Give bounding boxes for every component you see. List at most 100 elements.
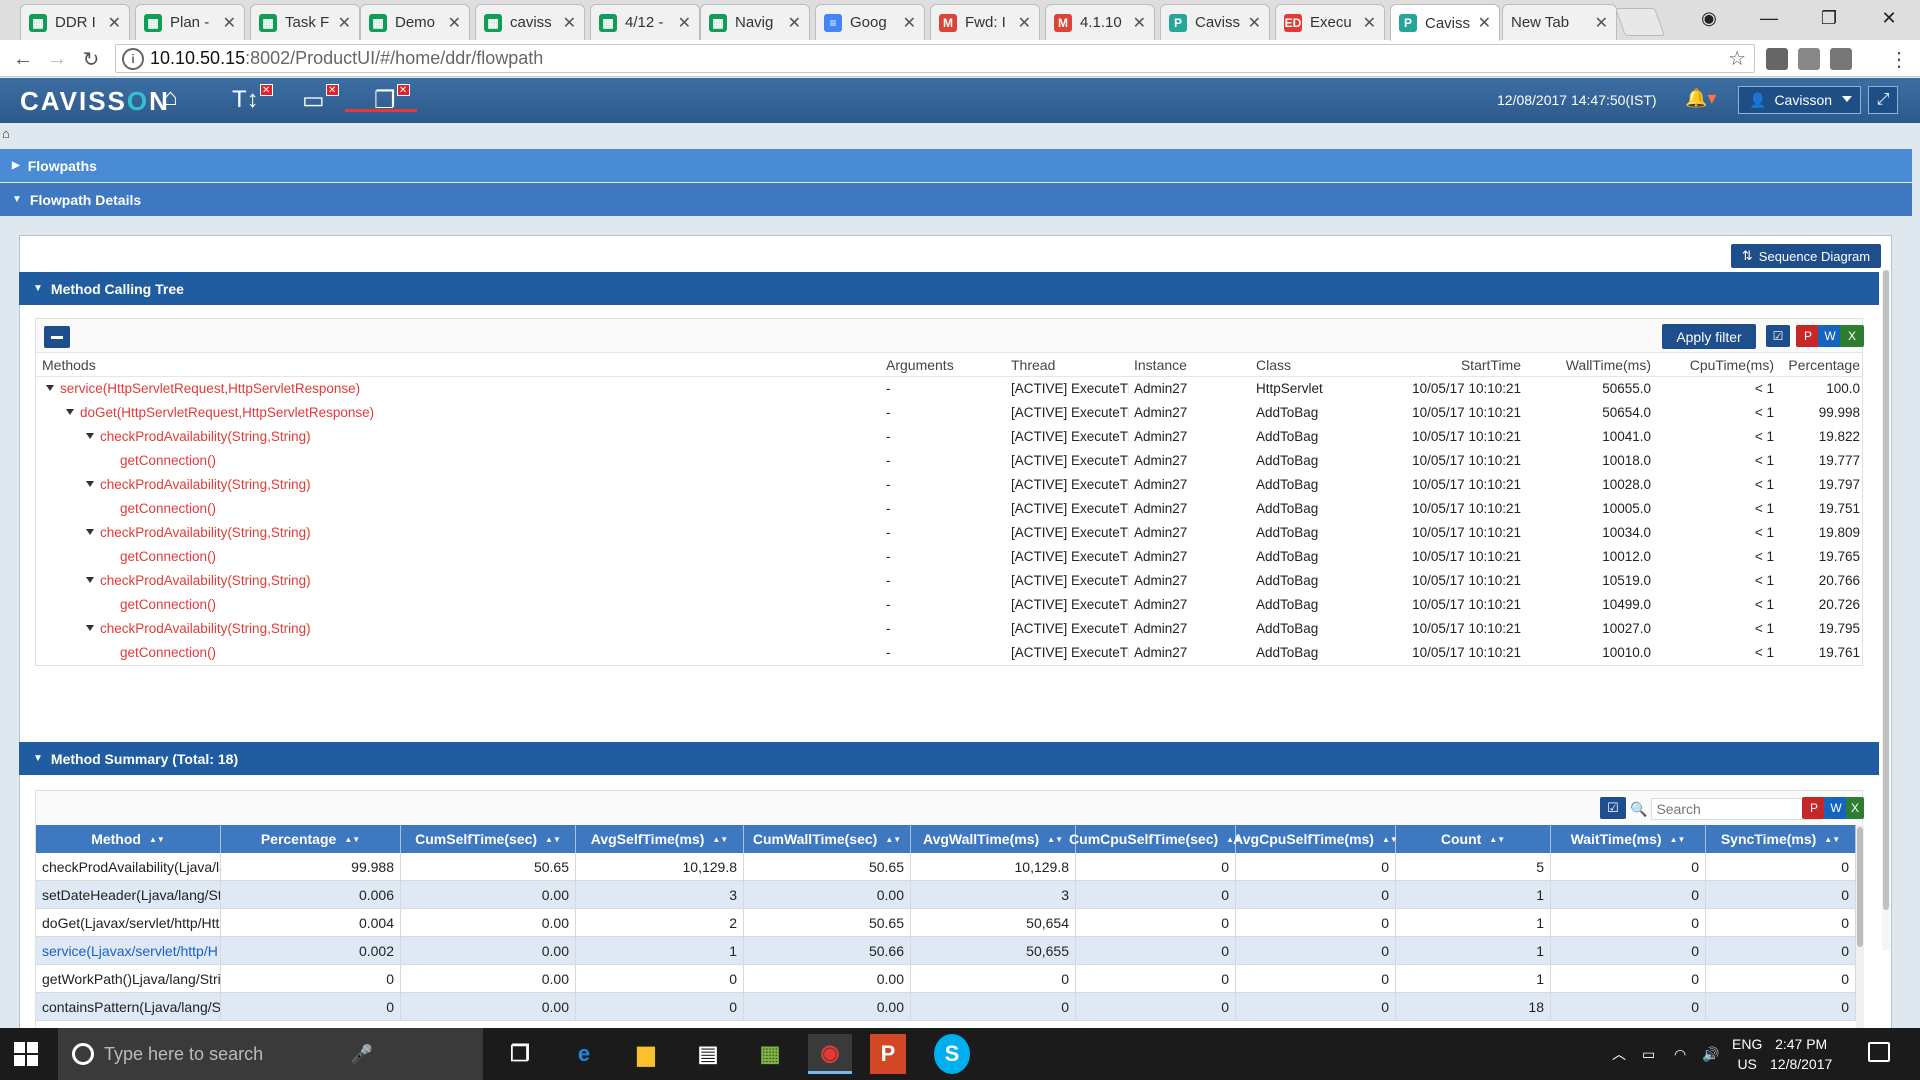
tree-toggle-icon[interactable] <box>86 577 94 583</box>
summary-scrollbar[interactable] <box>1856 825 1864 1045</box>
tree-row[interactable]: getConnection() - [ACTIVE] ExecuteTl Admin2… <box>36 545 1862 569</box>
pdf-export-icon[interactable]: P <box>1802 797 1826 819</box>
tree-row[interactable]: checkProdAvailability(String,String) - [AC… <box>36 521 1862 545</box>
tab-close-icon[interactable]: ✕ <box>1363 13 1376 33</box>
browser-tab[interactable]: ≡ Goog ✕ <box>815 4 925 40</box>
tree-column-header[interactable]: Thread <box>1011 357 1121 373</box>
word-export-icon[interactable]: W <box>1824 797 1848 819</box>
taskbar-clock[interactable]: 2:47 PM 12/8/2017 <box>1770 1034 1832 1074</box>
transaction-icon[interactable]: T↕ ✕ <box>232 84 273 114</box>
alert-bell-icon[interactable]: 🔔▾ <box>1685 88 1716 109</box>
browser-tab[interactable]: ▦ caviss ✕ <box>475 4 585 40</box>
excel-export-icon[interactable]: X <box>1840 325 1864 347</box>
browser-tab[interactable]: M 4.1.10 ✕ <box>1045 4 1155 40</box>
info-icon[interactable]: i <box>122 47 144 70</box>
browser-tab[interactable]: ▦ 4/12 - ✕ <box>590 4 700 40</box>
tree-column-header[interactable]: Methods <box>42 357 222 373</box>
browser-tab[interactable]: ▦ Task F ✕ <box>250 4 360 40</box>
browser-tab[interactable]: P Caviss ✕ <box>1390 4 1500 41</box>
tree-row[interactable]: getConnection() - [ACTIVE] ExecuteTl Admin2… <box>36 641 1862 665</box>
tab-close-icon[interactable]: ✕ <box>678 13 691 33</box>
summary-row[interactable]: setDateHeader(Ljava/lang/St 0.006 0.00 3 0.0… <box>36 881 1856 909</box>
sort-icon[interactable]: ▲▼ <box>1824 835 1840 844</box>
tab-close-icon[interactable]: ✕ <box>338 13 351 33</box>
summary-row[interactable]: doGet(Ljavax/servlet/http/Htt 0.004 0.00 2 5… <box>36 909 1856 937</box>
extension-icon-3[interactable] <box>1830 48 1852 70</box>
tab-close-icon[interactable]: ✕ <box>1133 13 1146 33</box>
close-icon[interactable]: ✕ <box>396 84 410 96</box>
extension-icon-2[interactable] <box>1798 48 1820 70</box>
sort-icon[interactable]: ▲▼ <box>545 835 561 844</box>
summary-column-header[interactable]: Percentage ▲▼ <box>221 825 401 853</box>
powerpoint-icon[interactable]: P <box>870 1034 906 1074</box>
tree-column-header[interactable]: Class <box>1256 357 1366 373</box>
user-menu-button[interactable]: 👤 Cavisson <box>1738 86 1861 114</box>
tab-close-icon[interactable]: ✕ <box>903 13 916 33</box>
monitor-icon[interactable]: ▭ ✕ <box>302 84 339 115</box>
maximize-button[interactable]: ❐ <box>1800 0 1858 36</box>
pdf-export-icon[interactable]: P <box>1796 325 1820 347</box>
sort-icon[interactable]: ▲▼ <box>1047 835 1063 844</box>
address-bar[interactable]: i 10.10.50.15:8002/ProductUI/#/home/ddr/… <box>115 44 1755 73</box>
battery-icon[interactable]: ▭ <box>1642 1028 1655 1080</box>
tree-row[interactable]: checkProdAvailability(String,String) - [AC… <box>36 425 1862 449</box>
tab-close-icon[interactable]: ✕ <box>108 13 121 33</box>
summary-column-header[interactable]: SyncTime(ms) ▲▼ <box>1706 825 1856 853</box>
browser-tab[interactable]: ▦ Demo ✕ <box>360 4 470 40</box>
tree-column-header[interactable]: StartTime <box>1381 357 1521 373</box>
close-window-button[interactable]: ✕ <box>1860 0 1918 36</box>
search-input[interactable] <box>1651 798 1822 820</box>
tab-close-icon[interactable]: ✕ <box>448 13 461 33</box>
action-center-icon[interactable] <box>1868 1042 1890 1062</box>
tree-toggle-icon[interactable] <box>66 409 74 415</box>
method-calling-tree-header[interactable]: ▼ Method Calling Tree <box>19 272 1879 305</box>
language-indicator[interactable]: ENG US <box>1732 1034 1762 1074</box>
summary-column-header[interactable]: CumCpuSelfTime(sec) ▲▼ <box>1069 825 1242 853</box>
sort-icon[interactable]: ▲▼ <box>149 835 165 844</box>
tree-toggle-icon[interactable] <box>86 481 94 487</box>
new-tab-button[interactable] <box>1614 8 1666 36</box>
summary-row[interactable]: service(Ljavax/servlet/http/H 0.002 0.00 1 5… <box>36 937 1856 965</box>
file-explorer-icon[interactable]: ▆ <box>624 1034 668 1074</box>
accordion-flowpath-details[interactable]: ▼ Flowpath Details <box>0 183 1912 216</box>
apply-filter-button[interactable]: Apply filter <box>1662 324 1756 349</box>
tree-row[interactable]: getConnection() - [ACTIVE] ExecuteTl Admin2… <box>36 497 1862 521</box>
browser-tab[interactable]: M Fwd: I ✕ <box>930 4 1040 40</box>
summary-column-header[interactable]: AvgSelfTime(ms) ▲▼ <box>576 825 744 853</box>
tree-toggle-icon[interactable] <box>86 529 94 535</box>
word-export-icon[interactable]: W <box>1818 325 1842 347</box>
extension-icon-1[interactable] <box>1766 48 1788 70</box>
tray-chevron-icon[interactable]: ︿ <box>1612 1028 1626 1080</box>
close-icon[interactable]: ✕ <box>325 84 339 96</box>
edge-icon[interactable]: e <box>562 1034 606 1074</box>
volume-icon[interactable]: 🔊 <box>1702 1028 1719 1080</box>
tab-close-icon[interactable]: ✕ <box>223 13 236 33</box>
sequence-diagram-button[interactable]: ⇅ Sequence Diagram <box>1731 244 1881 268</box>
summary-column-header[interactable]: AvgCpuSelfTime(ms) ▲▼ <box>1233 825 1398 853</box>
summary-column-header[interactable]: WaitTime(ms) ▲▼ <box>1551 825 1706 853</box>
sort-icon[interactable]: ▲▼ <box>344 835 360 844</box>
tree-column-header[interactable]: CpuTime(ms) <box>1656 357 1774 373</box>
skype-icon[interactable]: S <box>934 1034 970 1074</box>
summary-column-header[interactable]: Method ▲▼ <box>36 825 221 853</box>
microphone-icon[interactable]: 🎤 <box>351 1044 373 1065</box>
summary-row[interactable]: checkProdAvailability(Ljava/la 99.988 50.6… <box>36 853 1856 881</box>
task-view-icon[interactable]: ❐ <box>498 1034 542 1074</box>
tab-close-icon[interactable]: ✕ <box>1018 13 1031 33</box>
sort-icon[interactable]: ▲▼ <box>712 835 728 844</box>
tree-column-header[interactable]: Instance <box>1134 357 1244 373</box>
browser-tab[interactable]: ED Execu ✕ <box>1275 4 1385 40</box>
tab-close-icon[interactable]: ✕ <box>1248 13 1261 33</box>
browser-tab[interactable]: ▦ DDR I ✕ <box>20 4 130 40</box>
breadcrumb-home-icon[interactable]: ⌂ <box>2 126 10 141</box>
tree-toggle-icon[interactable] <box>46 385 54 391</box>
tab-close-icon[interactable]: ✕ <box>1478 13 1491 33</box>
summary-row[interactable]: containsPattern(Ljava/lang/S 0 0.00 0 0.00 0 0… <box>36 993 1856 1021</box>
back-icon[interactable]: ← <box>10 46 36 72</box>
close-icon[interactable]: ✕ <box>259 84 273 96</box>
browser-tab[interactable]: New Tab ✕ <box>1502 4 1617 40</box>
tree-row[interactable]: getConnection() - [ACTIVE] ExecuteTl Admin2… <box>36 593 1862 617</box>
taskbar-search[interactable]: Type here to search 🎤 <box>58 1028 483 1080</box>
tree-toggle-icon[interactable] <box>86 433 94 439</box>
minimize-button[interactable]: — <box>1740 0 1798 36</box>
